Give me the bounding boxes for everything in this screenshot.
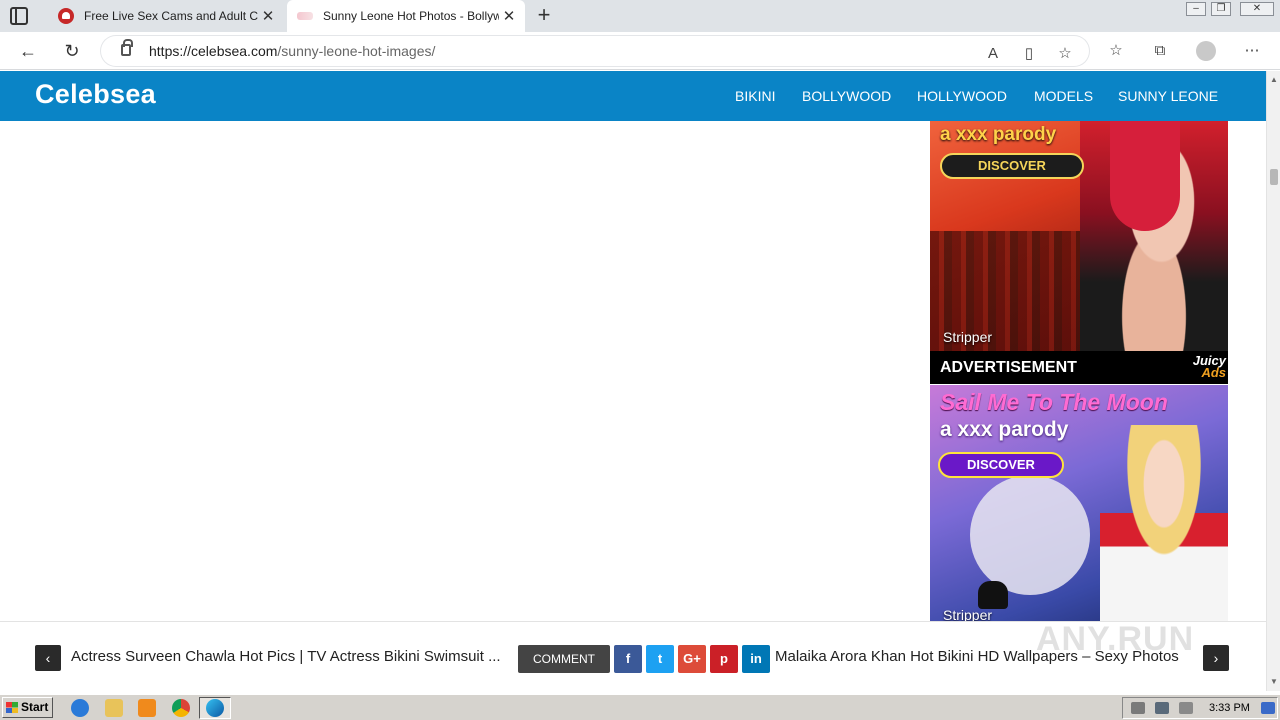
internet-explorer-icon[interactable]: [71, 699, 89, 717]
close-window-button[interactable]: ✕: [1240, 2, 1274, 16]
tab-title: Sunny Leone Hot Photos - Bollyw: [323, 9, 499, 23]
add-favorite-icon[interactable]: ☆: [1055, 44, 1075, 64]
scrollbar-thumb[interactable]: [1270, 169, 1278, 185]
ad-moon-art: [970, 475, 1090, 595]
ad-banner-moon[interactable]: Sail Me To The Moon a xxx parody DISCOVE…: [930, 385, 1228, 621]
google-plus-share-icon[interactable]: G+: [678, 645, 706, 673]
advertisement-strip: ADVERTISEMENT Juicy Ads: [930, 351, 1228, 384]
nav-link-models[interactable]: MODELS: [1034, 88, 1093, 104]
chrome-icon[interactable]: [172, 699, 190, 717]
lock-icon[interactable]: [121, 39, 133, 56]
nav-link-sunny-leone[interactable]: SUNNY LEONE: [1118, 88, 1218, 104]
ad-cat-art: [978, 581, 1008, 609]
read-aloud-icon[interactable]: A: [983, 44, 1003, 64]
ad-model-image: [1100, 425, 1228, 621]
ad-subheadline: a xxx parody: [940, 418, 1069, 441]
edge-taskbar-button[interactable]: [199, 697, 231, 719]
ad-network-logo[interactable]: Juicy Ads: [1193, 354, 1226, 379]
restore-button[interactable]: ❐: [1211, 2, 1231, 16]
advertisement-label: ADVERTISEMENT: [940, 359, 1077, 376]
twitter-share-icon[interactable]: t: [646, 645, 674, 673]
ad-caption: Stripper: [943, 329, 993, 345]
network-icon[interactable]: [1155, 702, 1169, 714]
favorites-icon[interactable]: ☆: [1106, 41, 1126, 61]
url-bar[interactable]: https://celebsea.com/sunny-leone-hot-ima…: [101, 36, 1089, 66]
site-logo[interactable]: Celebsea: [35, 79, 156, 110]
ad-caption: Stripper: [943, 607, 993, 621]
scroll-down-arrow-icon[interactable]: ▼: [1269, 677, 1279, 687]
collections-icon[interactable]: ⧉: [1150, 41, 1170, 61]
start-button[interactable]: Start: [2, 697, 53, 718]
nav-link-hollywood[interactable]: HOLLYWOOD: [917, 88, 1007, 104]
nav-link-bollywood[interactable]: BOLLYWOOD: [802, 88, 891, 104]
tab-sunny-leone[interactable]: Sunny Leone Hot Photos - Bollyw ✕: [287, 0, 525, 32]
prev-post-arrow[interactable]: ‹: [35, 645, 61, 671]
tab-title: Free Live Sex Cams and Adult Ch: [84, 9, 258, 23]
windows-taskbar: Start 3:33 PM: [0, 694, 1280, 720]
ad-headline: Sail Me To The Moon: [940, 389, 1168, 415]
ad-model-hair: [1110, 121, 1180, 231]
ad-banner-parody[interactable]: a xxx parody DISCOVER Stripper: [930, 121, 1228, 351]
site-header: Celebsea BIKINI BOLLYWOOD HOLLYWOOD MODE…: [0, 71, 1266, 121]
file-explorer-icon[interactable]: [105, 699, 123, 717]
linkedin-share-icon[interactable]: in: [742, 645, 770, 673]
more-menu-icon[interactable]: ⋯: [1242, 41, 1262, 61]
immersive-reader-icon[interactable]: ▯: [1019, 44, 1039, 64]
tab-close-icon[interactable]: ✕: [258, 7, 278, 25]
anyrun-watermark: ANY.RUN: [1036, 620, 1195, 658]
refresh-button[interactable]: ↻: [61, 40, 83, 62]
facebook-share-icon[interactable]: f: [614, 645, 642, 673]
browser-tab-strip: Free Live Sex Cams and Adult Ch ✕ Sunny …: [0, 0, 1280, 32]
scroll-up-arrow-icon[interactable]: ▲: [1269, 75, 1279, 85]
windows-flag-icon: [6, 702, 18, 713]
new-tab-button[interactable]: +: [534, 3, 554, 27]
nav-link-bikini[interactable]: BIKINI: [735, 88, 775, 104]
prev-post-link[interactable]: Actress Surveen Chawla Hot Pics | TV Act…: [71, 648, 501, 665]
page-scrollbar[interactable]: ▲ ▼: [1266, 71, 1280, 691]
media-player-icon[interactable]: [138, 699, 156, 717]
url-text[interactable]: https://celebsea.com/sunny-leone-hot-ima…: [149, 43, 435, 59]
ad-headline: a xxx parody: [940, 124, 1057, 145]
volume-icon[interactable]: [1131, 702, 1145, 714]
celebsea-favicon-icon: [297, 12, 313, 20]
show-desktop-icon[interactable]: [1261, 702, 1275, 714]
system-tray: 3:33 PM: [1122, 697, 1278, 719]
chat-favicon-icon: [58, 8, 74, 24]
pinterest-share-icon[interactable]: p: [710, 645, 738, 673]
profile-avatar-icon[interactable]: [1196, 41, 1216, 61]
comment-button[interactable]: COMMENT: [518, 645, 610, 673]
tab-live-cams[interactable]: Free Live Sex Cams and Adult Ch ✕: [48, 0, 284, 32]
ad-discover-button[interactable]: DISCOVER: [938, 452, 1064, 478]
edge-icon: [206, 699, 224, 717]
minimize-button[interactable]: –: [1186, 2, 1206, 16]
next-post-arrow[interactable]: ›: [1203, 645, 1229, 671]
back-button[interactable]: ←: [17, 40, 39, 62]
tab-close-icon[interactable]: ✕: [499, 7, 519, 25]
address-toolbar: ← ↻ https://celebsea.com/sunny-leone-hot…: [0, 32, 1280, 70]
action-center-flag-icon[interactable]: [1179, 702, 1193, 714]
clock[interactable]: 3:33 PM: [1209, 702, 1250, 714]
ad-discover-button[interactable]: DISCOVER: [940, 153, 1084, 179]
tab-actions-icon[interactable]: [10, 7, 28, 25]
